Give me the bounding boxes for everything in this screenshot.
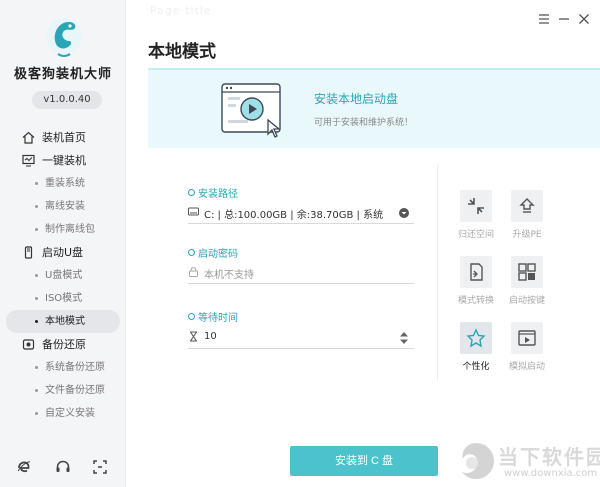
watermark-logo-icon (462, 443, 494, 479)
tool-personalize[interactable]: 个性化 (450, 322, 502, 372)
minimize-icon[interactable] (557, 12, 571, 26)
sidebar-item-reinstall-system[interactable]: 重装系统 (0, 172, 126, 195)
sidebar-item-system-backup-restore[interactable]: 系统备份还原 (0, 356, 126, 379)
tools-divider (437, 165, 438, 380)
banner: 安装本地启动盘 可用于安装和维护系统！ (148, 68, 600, 148)
tool-label: 模式转换 (457, 296, 494, 306)
boot-password-field[interactable]: 本机不支持 (188, 262, 414, 284)
app-name: 极客狗装机大师 (13, 67, 112, 82)
boot-password-label: 启动密码 (188, 245, 238, 260)
install-button[interactable]: 安装到 C 盘 (290, 446, 438, 476)
sidebar-item-label: 启动U盘 (42, 246, 84, 259)
tool-boot-key[interactable]: 启动按键 (501, 256, 553, 306)
tool-simulate-boot[interactable]: 模拟启动 (501, 322, 553, 372)
personalize-icon (466, 328, 486, 348)
headset-icon[interactable] (55, 459, 71, 475)
boot-password-placeholder: 本机不支持 (204, 270, 254, 281)
close-icon[interactable] (577, 12, 591, 26)
install-path-select[interactable]: C: | 总:100.00GB | 余:38.70GB | 系统 (188, 202, 414, 224)
chevron-down-icon[interactable] (398, 206, 410, 220)
ie-browser-icon[interactable] (16, 459, 32, 475)
sidebar-item-label: 一键装机 (42, 154, 86, 167)
sidebar-item-local-mode[interactable]: 本地模式 (6, 310, 120, 333)
banner-subtitle: 可用于安装和维护系统！ (314, 118, 414, 128)
hourglass-icon (190, 331, 197, 342)
version-badge: v1.0.0.40 (32, 91, 102, 109)
sidebar-item-offline-install[interactable]: 离线安装 (0, 195, 126, 218)
lock-icon (189, 267, 198, 277)
sidebar-item-file-backup-restore[interactable]: 文件备份还原 (0, 379, 126, 402)
disk-icon (188, 207, 199, 216)
sidebar-item-backup-restore[interactable]: 备份还原 (0, 333, 126, 356)
wait-time-stepper[interactable]: 10 (188, 327, 414, 349)
app-logo-icon (44, 14, 84, 62)
install-path-value: C: | 总:100.00GB | 余:38.70GB | 系统 (204, 210, 384, 221)
tool-mode-convert[interactable]: 模式转换 (450, 256, 502, 306)
simulate-boot-icon (518, 330, 536, 346)
sidebar-item-usb-mode[interactable]: U盘模式 (0, 264, 126, 287)
sidebar-item-make-offline-package[interactable]: 制作离线包 (0, 218, 126, 241)
fullscreen-icon[interactable] (92, 459, 108, 475)
sidebar-item-label: 装机首页 (42, 131, 86, 144)
menu-icon[interactable] (537, 12, 551, 26)
wait-time-label: 等待时间 (188, 309, 238, 324)
sidebar-item-boot-usb[interactable]: 启动U盘 (0, 241, 126, 264)
backup-icon (22, 339, 35, 350)
sidebar-footer (0, 459, 126, 477)
sidebar-item-custom-install[interactable]: 自定义安装 (0, 402, 126, 425)
tool-label: 启动按键 (508, 296, 545, 306)
watermark-url: www.downxia.com (504, 468, 598, 479)
sidebar: 极客狗装机大师 v1.0.0.40 装机首页 一键装机 重装系统 离线安装 制作… (0, 0, 126, 487)
sidebar-item-one-click-install[interactable]: 一键装机 (0, 149, 126, 172)
tool-label: 模拟启动 (508, 362, 545, 372)
shrink-icon (468, 198, 484, 214)
sidebar-item-home[interactable]: 装机首页 (0, 126, 126, 149)
home-icon (22, 131, 35, 144)
tool-upgrade-pe[interactable]: 升级PE (501, 190, 553, 240)
monitor-icon (22, 154, 35, 167)
tool-label: 归还空间 (457, 230, 494, 240)
page-title: 本地模式 (148, 42, 216, 62)
stepper-arrows-icon[interactable] (398, 331, 410, 345)
tool-reclaim-space[interactable]: 归还空间 (450, 190, 502, 240)
sidebar-item-label: 备份还原 (42, 338, 86, 351)
sidebar-nav: 装机首页 一键装机 重装系统 离线安装 制作离线包 启动U盘 U盘模式 ISO模… (0, 126, 126, 425)
wait-time-value: 10 (204, 331, 217, 342)
usb-icon (24, 246, 33, 259)
watermark: 当下软件园 www.downxia.com (456, 441, 600, 485)
watermark-name: 当下软件园 (498, 445, 600, 469)
tool-label: 升级PE (512, 230, 542, 240)
upgrade-icon (519, 198, 535, 213)
banner-title: 安装本地启动盘 (314, 92, 399, 106)
ghost-title: Page title (150, 4, 212, 17)
convert-icon (470, 263, 483, 281)
tool-label: 个性化 (462, 362, 490, 372)
install-boot-disk-illustration-icon (221, 83, 281, 138)
boot-key-icon (518, 263, 536, 281)
install-path-label: 安装路径 (188, 185, 238, 200)
sidebar-item-iso-mode[interactable]: ISO模式 (0, 287, 126, 310)
